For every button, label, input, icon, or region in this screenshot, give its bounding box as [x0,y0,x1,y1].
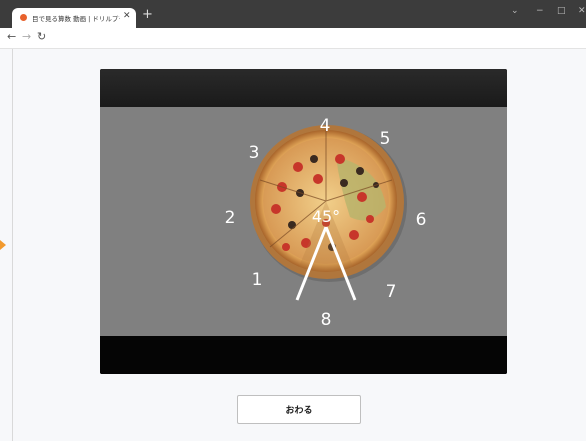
finish-button[interactable]: おわる [237,395,361,424]
chevron-down-icon[interactable]: ⌄ [511,6,519,16]
minimize-icon[interactable]: − [536,6,544,16]
clock-number-2: 2 [225,208,236,228]
side-arrow-icon [0,240,6,250]
window-close-icon[interactable]: ✕ [578,6,586,16]
clock-number-1: 1 [252,270,263,290]
clock-number-3: 3 [249,143,260,163]
angle-label: 45° [312,207,340,226]
maximize-icon[interactable]: □ [557,6,566,16]
favicon-icon [20,14,27,21]
reload-icon[interactable]: ↻ [37,30,46,43]
tab-close-icon[interactable]: ✕ [123,11,131,21]
tab-title: 目で見る算数 動画 | ドリルプラネット [32,15,120,23]
forward-arrow-icon[interactable]: → [22,30,31,43]
video-stage: 45° 1 2 3 4 5 6 7 8 [100,107,507,336]
browser-toolbar: ← → ↻ [0,28,586,49]
clock-number-7: 7 [386,282,397,302]
new-tab-icon[interactable]: + [142,8,153,22]
clock-number-5: 5 [380,129,391,149]
browser-tab[interactable]: 目で見る算数 動画 | ドリルプラネット ✕ [12,8,136,28]
clock-number-4: 4 [320,116,331,136]
video-bottom-band [100,336,507,374]
pizza-clock-illustration: 45° 1 2 3 4 5 6 7 8 [225,116,427,330]
clock-number-8: 8 [321,310,332,330]
clock-number-6: 6 [416,210,427,230]
divider [12,49,13,441]
video-player[interactable]: 45° 1 2 3 4 5 6 7 8 [100,69,507,374]
back-arrow-icon[interactable]: ← [7,30,16,43]
tab-strip: 目で見る算数 動画 | ドリルプラネット ✕ + ⌄ − □ ✕ [0,0,586,28]
video-top-band [100,69,507,107]
